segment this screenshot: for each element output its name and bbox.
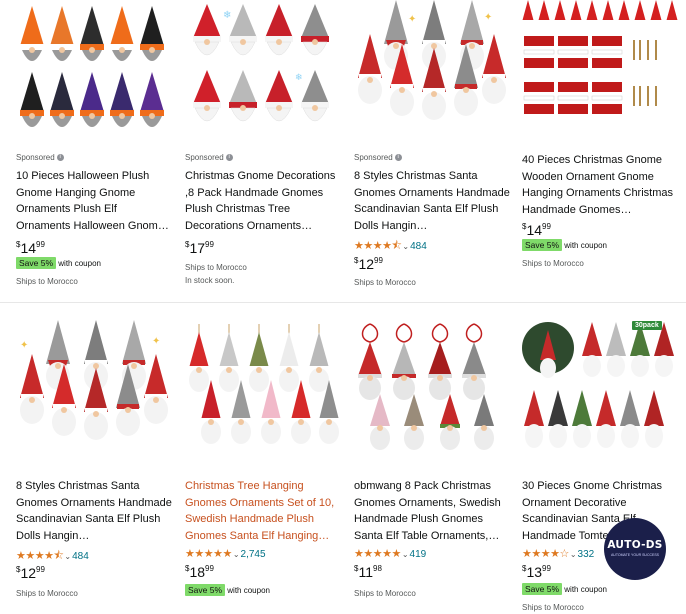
product-price: $1899: [185, 564, 214, 580]
product-price: $1198: [354, 564, 382, 580]
product-price: $1299: [16, 565, 45, 581]
product-title[interactable]: obmwang 8 Pack Christmas Gnomes Ornament…: [354, 478, 510, 544]
svg-text:✦: ✦: [20, 340, 28, 351]
shipping-info: Ships to Morocco: [522, 259, 584, 268]
shipping-info: Ships to Morocco: [185, 263, 247, 272]
coupon-badge[interactable]: Save 5% with coupon: [522, 583, 607, 595]
product-image-buffalo-plaid-gnomes[interactable]: [522, 318, 680, 458]
product-image-christmas-gnomes[interactable]: ❄ ❄: [185, 0, 343, 140]
pack-count-badge: 30pack: [632, 321, 662, 330]
shipping-info: Ships to Morocco: [354, 589, 416, 598]
product-card-5[interactable]: ✦ ✦ 8 Styles Christmas Santa Gnomes Ornam…: [16, 318, 174, 600]
rating-count[interactable]: 484: [410, 241, 427, 252]
rating-count[interactable]: 2,745: [241, 549, 266, 560]
product-card-1[interactable]: Sponsored i 10 Pieces Halloween Plush Gno…: [16, 0, 174, 300]
product-title[interactable]: Christmas Tree Hanging Gnomes Ornaments …: [185, 478, 341, 544]
chevron-down-icon[interactable]: ⌄: [64, 552, 71, 561]
product-image-scandinavian-gnomes[interactable]: ✦ ✦: [16, 318, 174, 458]
product-price: $1799: [185, 240, 214, 256]
star-rating-icon: ★★★★★: [354, 548, 401, 560]
info-icon[interactable]: i: [394, 154, 402, 162]
product-image-obmwang-gnomes[interactable]: [354, 318, 512, 458]
product-price: $1399: [522, 564, 551, 580]
star-rating-icon: ★★★★☆: [522, 548, 569, 560]
product-title[interactable]: 10 Pieces Halloween Plush Gnome Hanging …: [16, 168, 172, 234]
product-card-2[interactable]: ❄ ❄ Sponsored i Christmas Gnome Decoration…: [185, 0, 343, 300]
product-rating[interactable]: ★★★★⯪⌄484: [16, 547, 89, 562]
star-rating-icon: ★★★★⯪: [16, 550, 64, 562]
product-image-wooden-gnome-ornaments[interactable]: [522, 0, 680, 140]
shipping-info: Ships to Morocco: [16, 277, 78, 286]
svg-text:✦: ✦: [484, 12, 492, 23]
chevron-down-icon[interactable]: ⌄: [402, 242, 409, 251]
product-card-7[interactable]: obmwang 8 Pack Christmas Gnomes Ornament…: [354, 318, 512, 600]
product-rating[interactable]: ★★★★☆⌄332: [522, 547, 595, 560]
svg-text:✦: ✦: [152, 336, 160, 347]
star-rating-icon: ★★★★★: [185, 548, 232, 560]
product-price: $1499: [16, 240, 45, 256]
rating-count[interactable]: 484: [72, 551, 89, 562]
svg-text:✦: ✦: [408, 14, 416, 25]
sponsored-label[interactable]: Sponsored i: [354, 153, 402, 162]
svg-text:❄: ❄: [295, 72, 303, 82]
info-icon[interactable]: i: [225, 154, 233, 162]
product-rating[interactable]: ★★★★★⌄419: [354, 547, 427, 560]
product-card-4[interactable]: 40 Pieces Christmas Gnome Wooden Ornamen…: [522, 0, 680, 300]
sponsored-label[interactable]: Sponsored i: [16, 153, 64, 162]
product-title[interactable]: 8 Styles Christmas Santa Gnomes Ornament…: [16, 478, 172, 544]
product-rating[interactable]: ★★★★★⌄2,745: [185, 547, 266, 560]
coupon-badge[interactable]: Save 5% with coupon: [522, 239, 607, 251]
shipping-info: Ships to Morocco: [354, 278, 416, 287]
shipping-info: Ships to Morocco: [16, 589, 78, 598]
chevron-down-icon[interactable]: ⌄: [570, 550, 577, 559]
star-rating-icon: ★★★★⯪: [354, 240, 402, 252]
product-card-3[interactable]: ✦ ✦ Sponsored i 8 Styles Christmas Santa G…: [354, 0, 512, 300]
product-price: $1299: [354, 256, 383, 272]
coupon-badge[interactable]: Save 5% with coupon: [16, 257, 101, 269]
product-price: $1499: [522, 222, 551, 238]
chevron-down-icon[interactable]: ⌄: [233, 550, 240, 559]
svg-text:❄: ❄: [223, 10, 231, 21]
info-icon[interactable]: i: [56, 154, 64, 162]
product-image-halloween-gnomes[interactable]: [16, 0, 174, 140]
rating-count[interactable]: 419: [410, 549, 427, 560]
sponsored-label[interactable]: Sponsored i: [185, 153, 233, 162]
coupon-badge[interactable]: Save 5% with coupon: [185, 584, 270, 596]
chevron-down-icon[interactable]: ⌄: [402, 550, 409, 559]
product-title[interactable]: 8 Styles Christmas Santa Gnomes Ornament…: [354, 168, 510, 234]
stock-status: In stock soon.: [185, 276, 235, 285]
product-title[interactable]: 40 Pieces Christmas Gnome Wooden Ornamen…: [522, 152, 678, 218]
product-rating[interactable]: ★★★★⯪⌄484: [354, 237, 427, 252]
row-divider: [0, 302, 686, 303]
product-card-6[interactable]: Christmas Tree Hanging Gnomes Ornaments …: [185, 318, 343, 600]
product-title[interactable]: Christmas Gnome Decorations ,8 Pack Hand…: [185, 168, 341, 234]
autods-watermark-logo: AUTO-DS AUTOMATE YOUR SUCCESS: [604, 518, 666, 580]
rating-count[interactable]: 332: [578, 549, 595, 560]
shipping-info: Ships to Morocco: [522, 603, 584, 612]
product-image-swedish-gnomes[interactable]: [185, 318, 343, 458]
product-image-scandinavian-gnomes[interactable]: ✦ ✦: [354, 0, 512, 140]
